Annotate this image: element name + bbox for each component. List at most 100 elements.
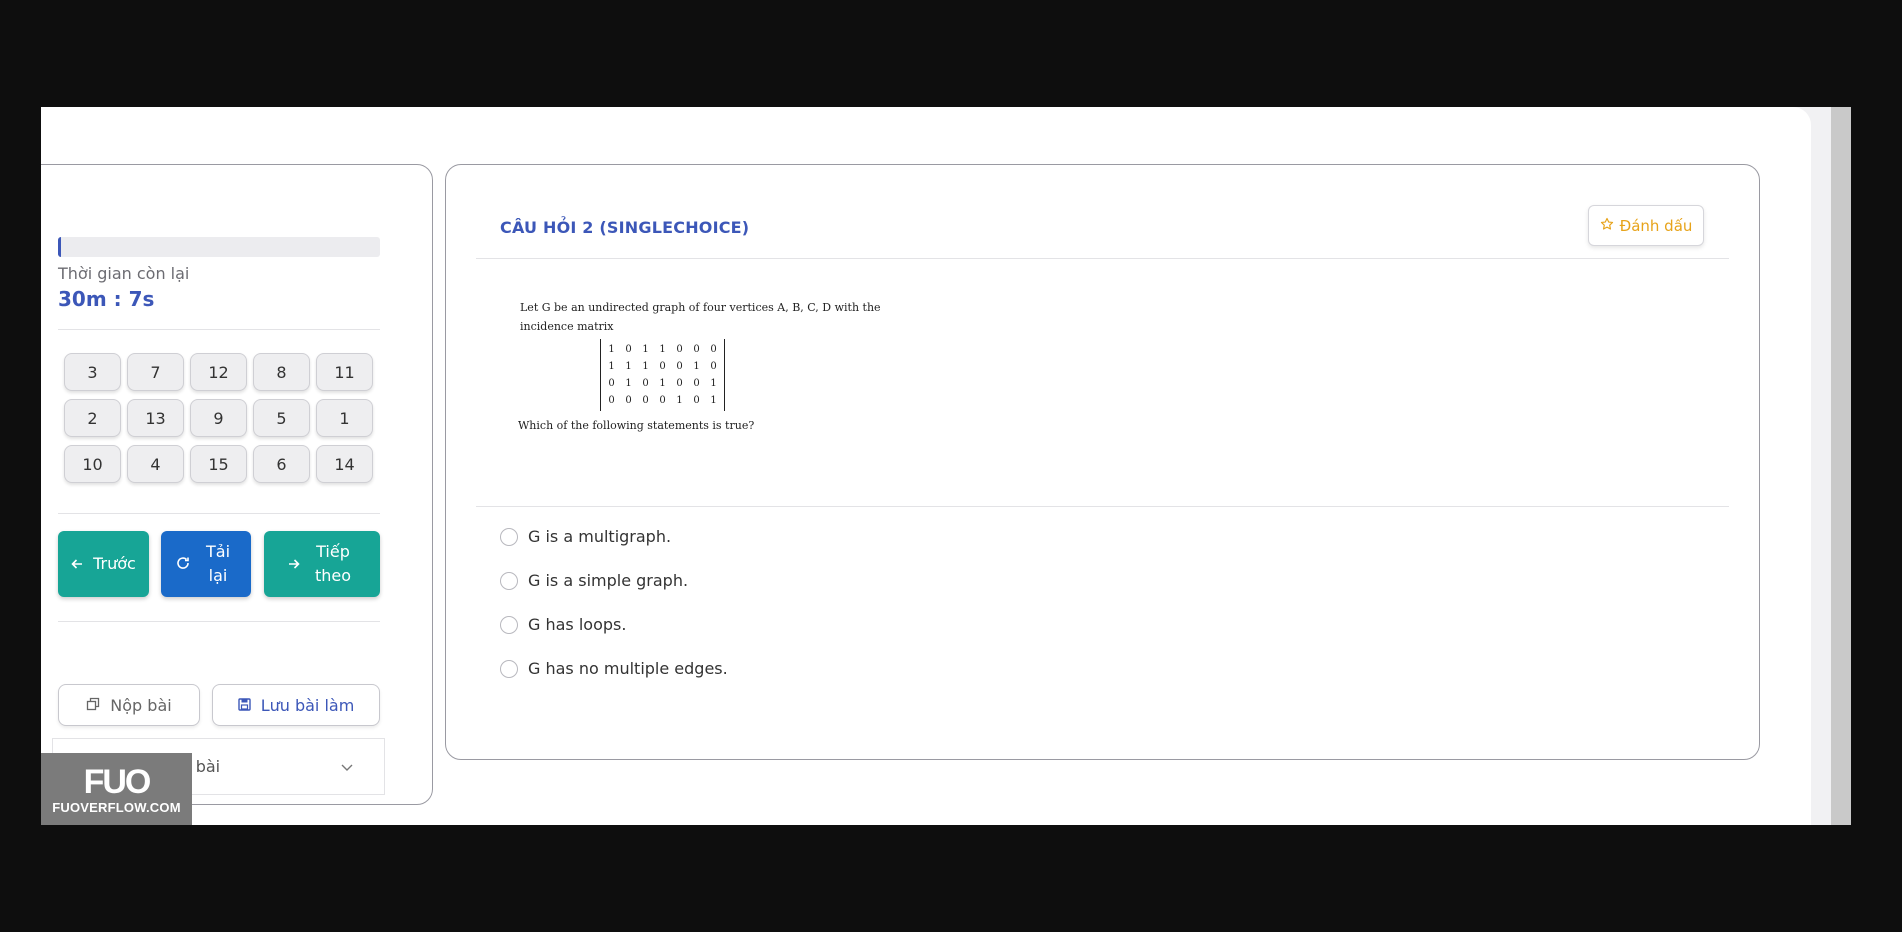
- matrix-row: 0000101: [603, 392, 722, 409]
- divider: [58, 329, 380, 330]
- page-scrollbar[interactable]: [1831, 107, 1851, 825]
- matrix-cell: 0: [693, 378, 700, 389]
- progress-bar-fill: [58, 237, 62, 257]
- save-button-label: Lưu bài làm: [260, 695, 355, 715]
- divider: [58, 621, 380, 622]
- matrix-cell: 1: [642, 344, 649, 355]
- window-edge: [1851, 107, 1861, 825]
- arrow-right-icon: [288, 555, 300, 574]
- answer-option[interactable]: G has loops.: [500, 615, 626, 634]
- watermark-logo: FUO: [83, 762, 152, 801]
- matrix-cell: 0: [642, 395, 649, 406]
- matrix-cell: 0: [710, 361, 717, 372]
- matrix-cell: 0: [659, 361, 666, 372]
- matrix-cell: 0: [625, 395, 632, 406]
- matrix-cell: 0: [659, 395, 666, 406]
- matrix-cell: 1: [710, 378, 717, 389]
- radio-button[interactable]: [500, 659, 518, 678]
- arrow-left-icon: [71, 555, 83, 574]
- matrix-cell: 0: [676, 378, 683, 389]
- matrix-cell: 1: [608, 344, 615, 355]
- exam-page: Thời gian còn lại 30m : 7s 3 7 12 8 11 2 13 9 5 1…: [41, 107, 1811, 825]
- matrix-cell: 1: [676, 395, 683, 406]
- reload-button-label: Tải lại: [205, 542, 231, 585]
- matrix-row: 0101001: [603, 375, 722, 392]
- next-button[interactable]: Tiếp theo: [264, 531, 380, 597]
- question-number-button[interactable]: 3: [64, 353, 121, 391]
- copy-icon: [86, 696, 100, 715]
- question-number-button[interactable]: 12: [190, 353, 247, 391]
- question-number-button[interactable]: 15: [190, 445, 247, 483]
- question-text-line: Which of the following statements is tru…: [518, 419, 755, 432]
- question-number-button[interactable]: 10: [64, 445, 121, 483]
- radio-button[interactable]: [500, 615, 518, 634]
- answer-option[interactable]: G is a multigraph.: [500, 527, 671, 546]
- save-button[interactable]: Lưu bài làm: [212, 684, 380, 726]
- question-number-button[interactable]: 8: [253, 353, 310, 391]
- matrix-cell: 0: [676, 344, 683, 355]
- matrix-cell: 0: [693, 344, 700, 355]
- bookmark-button[interactable]: Đánh dấu: [1588, 205, 1704, 246]
- question-card: CÂU HỎI 2 (SINGLECHOICE) Đánh dấu Let G …: [445, 164, 1760, 760]
- question-number-button[interactable]: 5: [253, 399, 310, 437]
- previous-button-label: Trước: [93, 554, 136, 573]
- question-text-line: incidence matrix: [520, 320, 614, 333]
- question-number-button[interactable]: 2: [64, 399, 121, 437]
- matrix-cell: 0: [608, 395, 615, 406]
- question-number-button[interactable]: 1: [316, 399, 373, 437]
- question-title: CÂU HỎI 2 (SINGLECHOICE): [500, 218, 750, 237]
- question-number-button[interactable]: 9: [190, 399, 247, 437]
- answer-option[interactable]: G is a simple graph.: [500, 571, 688, 590]
- matrix-cell: 0: [710, 344, 717, 355]
- submit-button[interactable]: Nộp bài: [58, 684, 200, 726]
- watermark: FUO FUOVERFLOW.COM: [41, 753, 192, 825]
- time-remaining-value: 30m : 7s: [58, 287, 155, 311]
- incidence-matrix: 1011000111001001010010000101: [600, 339, 725, 411]
- radio-button[interactable]: [500, 527, 518, 546]
- matrix-row: 1110010: [603, 358, 722, 375]
- radio-button[interactable]: [500, 571, 518, 590]
- matrix-cell: 0: [608, 378, 615, 389]
- question-number-button[interactable]: 4: [127, 445, 184, 483]
- bookmark-button-label: Đánh dấu: [1619, 216, 1693, 235]
- matrix-row: 1011000: [603, 341, 722, 358]
- submit-button-label: Nộp bài: [110, 695, 172, 715]
- answer-option-label: G is a multigraph.: [528, 527, 672, 546]
- matrix-cell: 1: [659, 344, 666, 355]
- browser-viewport: Thời gian còn lại 30m : 7s 3 7 12 8 11 2 13 9 5 1…: [41, 107, 1861, 825]
- star-icon: [1600, 217, 1614, 235]
- question-number-button[interactable]: 14: [316, 445, 373, 483]
- matrix-cell: 1: [659, 378, 666, 389]
- time-remaining-label: Thời gian còn lại: [58, 264, 190, 283]
- matrix-cell: 1: [693, 361, 700, 372]
- reload-button[interactable]: Tải lại: [161, 531, 251, 597]
- divider: [476, 258, 1729, 259]
- refresh-icon: [176, 555, 190, 574]
- exam-sidebar: Thời gian còn lại 30m : 7s 3 7 12 8 11 2 13 9 5 1…: [41, 164, 433, 805]
- question-number-button[interactable]: 13: [127, 399, 184, 437]
- answer-option[interactable]: G has no multiple edges.: [500, 659, 728, 678]
- divider: [476, 506, 1729, 507]
- answer-option-label: G has loops.: [528, 615, 627, 634]
- chevron-down-icon: [340, 757, 354, 776]
- progress-bar: [58, 237, 380, 257]
- matrix-cell: 1: [710, 395, 717, 406]
- matrix-cell: 0: [676, 361, 683, 372]
- watermark-text: FUOVERFLOW.COM: [52, 799, 181, 815]
- previous-button[interactable]: Trước: [58, 531, 149, 597]
- matrix-cell: 0: [642, 378, 649, 389]
- question-number-button[interactable]: 6: [253, 445, 310, 483]
- matrix-cell: 1: [625, 361, 632, 372]
- answer-option-label: G has no multiple edges.: [528, 659, 728, 678]
- matrix-cell: 1: [608, 361, 615, 372]
- question-content: Let G be an undirected graph of four ver…: [516, 301, 896, 451]
- question-number-button[interactable]: 11: [316, 353, 373, 391]
- matrix-cell: 0: [625, 344, 632, 355]
- matrix-cell: 0: [693, 395, 700, 406]
- divider: [58, 513, 380, 514]
- matrix-cell: 1: [625, 378, 632, 389]
- question-navigator: 3 7 12 8 11 2 13 9 5 1 10 4 15 6 14: [64, 353, 376, 483]
- matrix-cell: 1: [642, 361, 649, 372]
- question-number-button[interactable]: 7: [127, 353, 184, 391]
- answer-option-label: G is a simple graph.: [528, 571, 689, 590]
